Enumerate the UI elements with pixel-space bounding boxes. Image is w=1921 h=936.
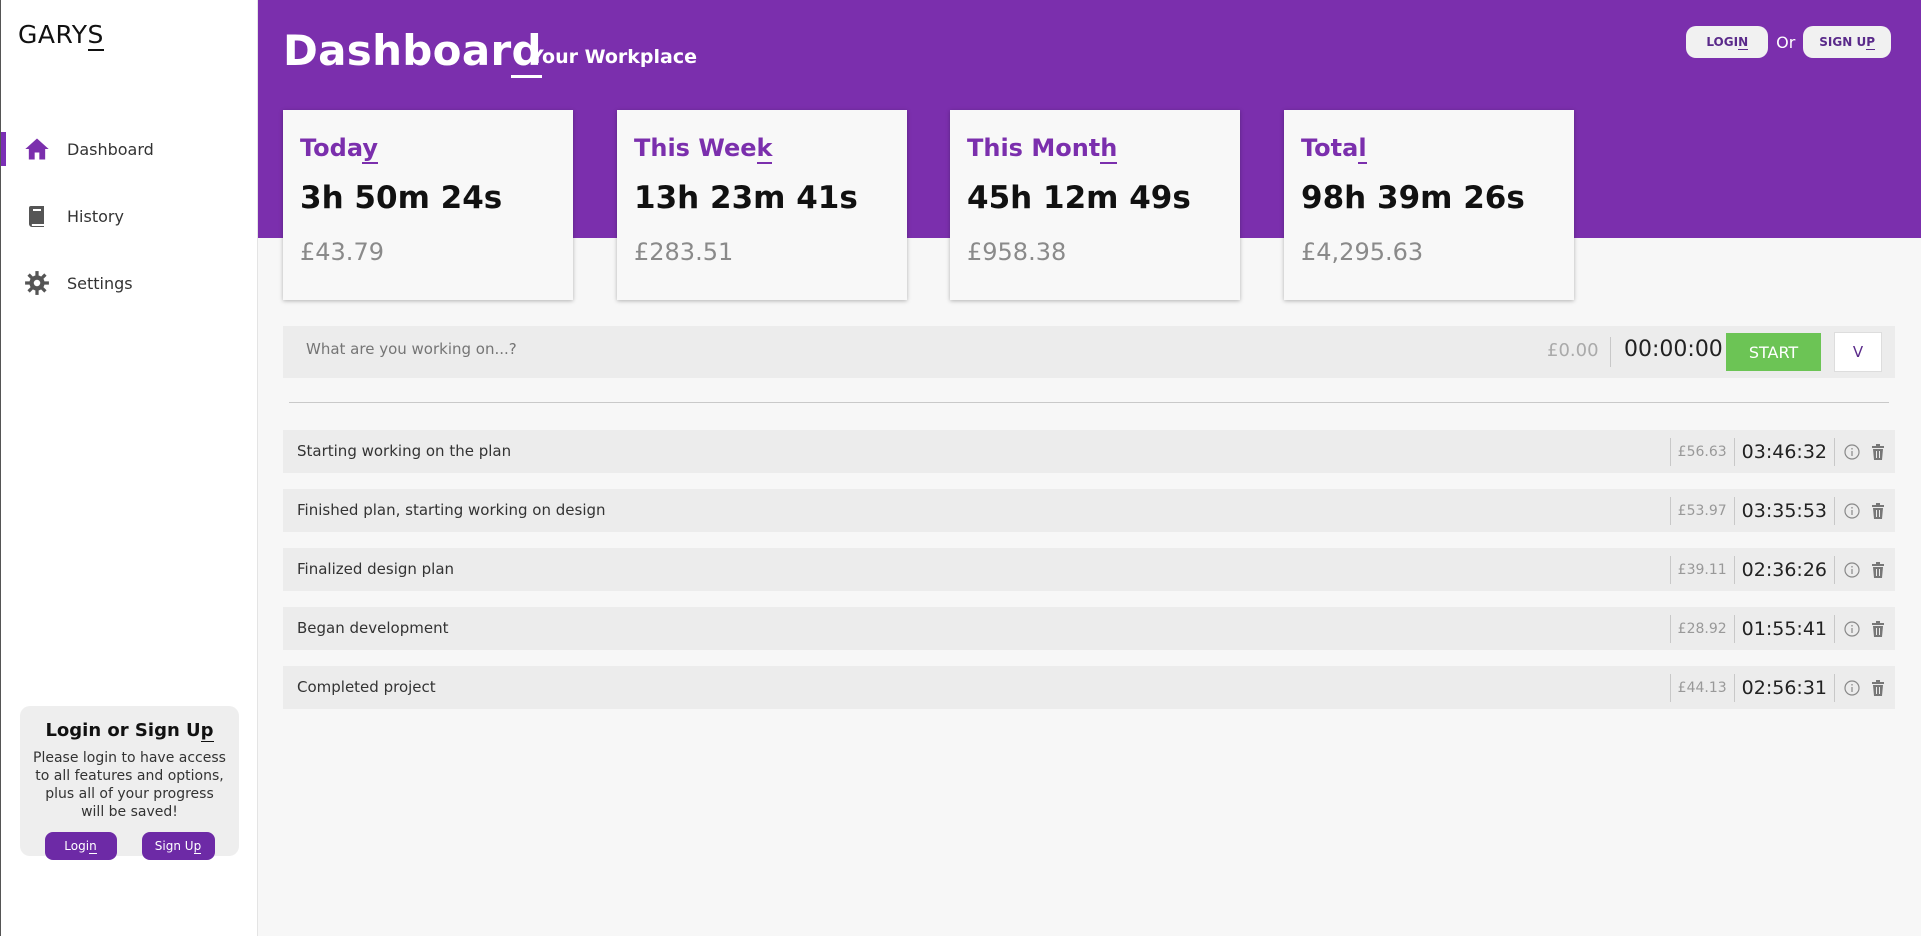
header-signup-underlined: P [1866,34,1875,50]
stat-card-label: Today [300,134,573,164]
list-item: Completed project £44.13 02:56:31 [283,666,1895,709]
login-button-text: Logi [64,839,90,853]
entry-duration: 03:35:53 [1733,497,1834,525]
login-card-title: Login or Sign Up [20,720,239,742]
signup-button-text-underlined: p [193,838,202,854]
timer-clock: 00:00:00 [1624,337,1723,362]
stat-label-text: Toda [300,134,363,162]
stat-card-label: Total [1301,134,1574,164]
entry-description: Finalized design plan [297,560,455,578]
header-login-button[interactable]: LOGI N [1686,26,1769,58]
stat-card-today: Today 3h 50m 24s £43.79 [283,110,573,300]
page-title: Dashboard [283,26,542,78]
stat-label-text: Tota [1301,134,1359,162]
trash-icon[interactable] [1869,561,1887,579]
entry-description: Completed project [297,678,436,696]
stat-card-label: This Week [634,134,907,164]
stat-card-time: 13h 23m 41s [634,180,858,216]
entry-description: Starting working on the plan [297,442,512,460]
stat-card-money: £43.79 [300,238,384,266]
stat-card-time: 3h 50m 24s [300,180,503,216]
list-item: Starting working on the plan £56.63 03:4… [283,430,1895,473]
login-card-title-underlined: p [200,720,214,742]
info-icon[interactable] [1843,502,1861,520]
entry-money: £53.97 [1669,497,1734,525]
trash-icon[interactable] [1869,620,1887,638]
start-button[interactable]: START [1726,333,1821,371]
header-login-underlined: N [1738,34,1749,50]
stat-label-underlined: h [1100,134,1118,164]
entry-description: Began development [297,619,449,637]
login-card-description: Please login to have access to all featu… [33,750,226,820]
home-icon [23,135,51,163]
entry-duration: 03:46:32 [1733,438,1834,466]
stat-label-underlined: k [756,134,773,164]
sidebar-signup-button[interactable]: Sign Up [141,832,215,860]
info-icon[interactable] [1843,679,1861,697]
stat-card-total: Total 98h 39m 26s £4,295.63 [1284,110,1574,300]
sidebar-item-dashboard[interactable]: Dashboard [1,128,259,170]
brand-text: GARY [18,20,88,49]
sidebar-item-label: History [67,206,124,226]
trash-icon[interactable] [1869,502,1887,520]
stat-card-this-week: This Week 13h 23m 41s £283.51 [617,110,907,300]
stat-card-money: £283.51 [634,238,734,266]
entry-money: £28.92 [1669,615,1734,643]
page-title-text: Dashboar [283,26,512,75]
sidebar-item-settings[interactable]: Settings [1,262,259,304]
gear-icon [23,269,51,297]
list-item: Finalized design plan £39.11 02:36:26 [283,548,1895,591]
list-item: Began development £28.92 01:55:41 [283,607,1895,650]
entry-money: £44.13 [1669,674,1734,702]
trash-icon[interactable] [1869,679,1887,697]
info-icon[interactable] [1843,561,1861,579]
stat-card-money: £4,295.63 [1301,238,1424,266]
page-subtitle: Your Workplace [530,46,698,68]
entry-duration: 01:55:41 [1733,615,1834,643]
sidebar-item-label: Dashboard [67,139,154,159]
timer-separator [1610,337,1611,367]
entry-money: £56.63 [1669,438,1734,466]
brand-text-underlined: S [87,20,104,51]
or-label: Or [1776,32,1796,52]
time-entries-list: Starting working on the plan £56.63 03:4… [283,430,1895,725]
header-signup-button[interactable]: SIGN UP [1803,26,1891,58]
header-auth: LOGI N Or SIGN UP [1686,26,1891,58]
list-item: Finished plan, starting working on desig… [283,489,1895,532]
stat-label-text: This Wee [634,134,757,162]
stat-card-time: 98h 39m 26s [1301,180,1525,216]
stat-card-label: This Month [967,134,1240,164]
sidebar-login-button[interactable]: Logi n [44,832,117,860]
sidebar-item-label: Settings [67,273,133,293]
timer-money: £0.00 [1547,340,1599,361]
stat-label-underlined: l [1358,134,1367,164]
brand-logo[interactable]: GARYS [18,20,104,51]
timer-options-toggle[interactable]: V [1834,332,1882,372]
book-icon [23,202,51,230]
trash-icon[interactable] [1869,443,1887,461]
entry-duration: 02:56:31 [1733,674,1834,702]
login-prompt-card: Login or Sign Up Please login to have ac… [20,706,239,860]
login-button-text-underlined: n [89,838,97,854]
stat-label-text: This Mont [967,134,1101,162]
info-icon[interactable] [1843,443,1861,461]
entry-money: £39.11 [1669,556,1734,584]
sidebar-item-history[interactable]: History [1,195,259,237]
stat-card-money: £958.38 [967,238,1067,266]
task-description-input[interactable] [306,340,1206,358]
signup-button-text: Sign U [154,839,194,853]
header-signup-text: SIGN U [1819,35,1867,49]
entry-duration: 02:36:26 [1733,556,1834,584]
stat-card-time: 45h 12m 49s [967,180,1191,216]
login-card-title-text: Login or Sign U [45,720,201,741]
sidebar: GARYS Dashboard History Settings Login o… [0,0,258,936]
stat-label-underlined: y [362,134,378,164]
entry-description: Finished plan, starting working on desig… [297,501,606,519]
sidebar-nav: Dashboard History Settings [1,128,259,329]
timer-bar: £0.00 00:00:00 START V [283,326,1895,378]
divider [289,402,1889,403]
header-login-text: LOGI [1706,35,1739,49]
stat-card-this-month: This Month 45h 12m 49s £958.38 [950,110,1240,300]
info-icon[interactable] [1843,620,1861,638]
